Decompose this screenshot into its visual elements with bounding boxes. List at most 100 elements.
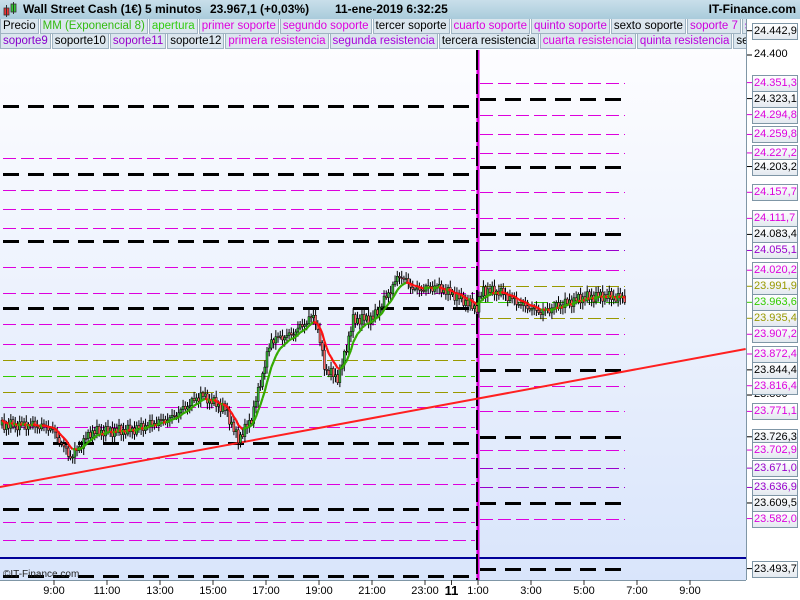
candle-body xyxy=(519,304,523,306)
ema-segment xyxy=(116,429,120,433)
candle-body xyxy=(402,277,406,280)
candle-body xyxy=(84,438,88,440)
candle-body xyxy=(197,397,200,402)
candle-body xyxy=(75,448,79,451)
ema-segment xyxy=(272,355,277,363)
legend-item-tercera-resistencia[interactable]: tercera resistencia xyxy=(438,34,539,49)
candle-body xyxy=(170,415,174,418)
candle-body xyxy=(97,426,101,435)
candle-body xyxy=(568,299,571,305)
ema-segment xyxy=(606,294,610,299)
legend-item-primera-resistencia[interactable]: primera resistencia xyxy=(225,34,329,49)
ema-segment xyxy=(85,441,89,446)
legend-item-mm-exponencial-8-[interactable]: MM (Exponencial 8) xyxy=(39,19,148,34)
candle-body xyxy=(267,347,271,352)
ema-segment xyxy=(186,408,191,413)
legend-item-sexto-soporte[interactable]: sexto soporte xyxy=(610,19,686,34)
legend-item-apertura[interactable]: apertura xyxy=(148,19,198,34)
ema-segment xyxy=(469,298,474,303)
candle-body xyxy=(486,288,490,297)
ema-segment xyxy=(473,301,478,306)
candle-body xyxy=(296,327,300,333)
candle-body xyxy=(292,334,295,336)
legend-item-primer-soporte[interactable]: primer soporte xyxy=(198,19,279,34)
candle-body xyxy=(190,398,194,406)
ema-segment xyxy=(571,302,575,306)
ema-segment xyxy=(354,333,359,339)
candle-body xyxy=(400,277,403,279)
candle-body xyxy=(479,295,483,298)
ema-segment xyxy=(265,374,271,383)
ema-segment xyxy=(613,295,617,299)
legend-item-quinta-resistencia[interactable]: quinta resistencia xyxy=(636,34,733,49)
candle-body xyxy=(521,302,525,306)
level-price-label: 23.702,9 xyxy=(752,442,798,460)
candle-body xyxy=(312,315,315,319)
ema-segment xyxy=(416,285,420,289)
ema-segment xyxy=(341,363,346,369)
ema-segment xyxy=(76,447,80,451)
legend-item-soporte12[interactable]: soporte12 xyxy=(167,34,225,49)
ema-segment xyxy=(254,410,260,418)
candle-body xyxy=(581,296,585,304)
ema-segment xyxy=(138,427,142,431)
time-axis-tick: 3:00 xyxy=(520,585,542,597)
legend-item-tercer-soporte[interactable]: tercer soporte xyxy=(372,19,450,34)
candle-body xyxy=(27,424,30,430)
candle-body xyxy=(550,307,554,314)
time-axis-tick: 11 xyxy=(444,583,459,598)
legend-item-soporte11[interactable]: soporte11 xyxy=(109,34,167,49)
ema-segment xyxy=(147,425,151,429)
ema-segment xyxy=(197,400,202,405)
candle-body xyxy=(228,409,231,425)
candle-body xyxy=(431,286,434,292)
legend-item-soporte9[interactable]: soporte9 xyxy=(0,34,51,49)
ema-segment xyxy=(378,312,383,317)
ema-segment xyxy=(65,439,70,445)
ema-segment xyxy=(438,286,442,290)
candle-body xyxy=(464,300,467,306)
candle-body xyxy=(175,415,178,418)
ema-segment xyxy=(509,294,513,297)
candle-body xyxy=(95,426,99,434)
ema-segment xyxy=(268,366,273,376)
legend-item-soporte-8[interactable]: soporte 8 xyxy=(741,19,746,34)
ema-segment xyxy=(180,412,184,417)
legend-item-segundo-soporte[interactable]: segundo soporte xyxy=(279,19,372,34)
legend-item-soporte-7[interactable]: soporte 7 xyxy=(686,19,741,34)
level-price-label: 23.907,2 xyxy=(752,326,798,344)
level-price-label: 23.671,0 xyxy=(752,460,798,478)
candle-body xyxy=(535,306,538,311)
ema-segment xyxy=(621,295,626,299)
ema-segment xyxy=(249,424,252,428)
candle-body xyxy=(226,409,229,411)
ema-segment xyxy=(345,355,350,362)
ema-segment xyxy=(518,298,522,302)
ema-segment xyxy=(380,309,385,315)
candle-body xyxy=(36,426,39,428)
level-price-label: 23.844,4 xyxy=(752,361,798,379)
ema-segment xyxy=(553,306,557,311)
candle-body xyxy=(307,316,311,325)
ema-segment xyxy=(584,297,588,302)
candle-body xyxy=(506,293,509,301)
legend-item-sexta-resistencia[interactable]: sexta resistencia xyxy=(733,34,746,49)
ema-segment xyxy=(569,302,573,306)
legend-item-segunda-resistencia[interactable]: segunda resistencia xyxy=(329,34,438,49)
ema-segment xyxy=(396,286,401,291)
ema-segment xyxy=(107,430,111,434)
legend-item-soporte10[interactable]: soporte10 xyxy=(51,34,109,49)
ema-segment xyxy=(496,291,500,295)
ema-segment xyxy=(394,289,399,295)
legend-item-cuarta-resistencia[interactable]: cuarta resistencia xyxy=(539,34,636,49)
legend-item-cuarto-soporte[interactable]: cuarto soporte xyxy=(450,19,531,34)
candle-body xyxy=(367,315,370,325)
candle-body xyxy=(38,426,41,430)
time-axis-tick: 1:00 xyxy=(467,585,489,597)
candle-body xyxy=(583,296,587,302)
ema-segment xyxy=(60,434,65,439)
candle-body xyxy=(113,428,116,437)
legend-item-quinto-soporte[interactable]: quinto soporte xyxy=(531,19,610,34)
legend-item-precio[interactable]: Precio xyxy=(0,19,39,34)
price-chart[interactable] xyxy=(0,0,800,600)
